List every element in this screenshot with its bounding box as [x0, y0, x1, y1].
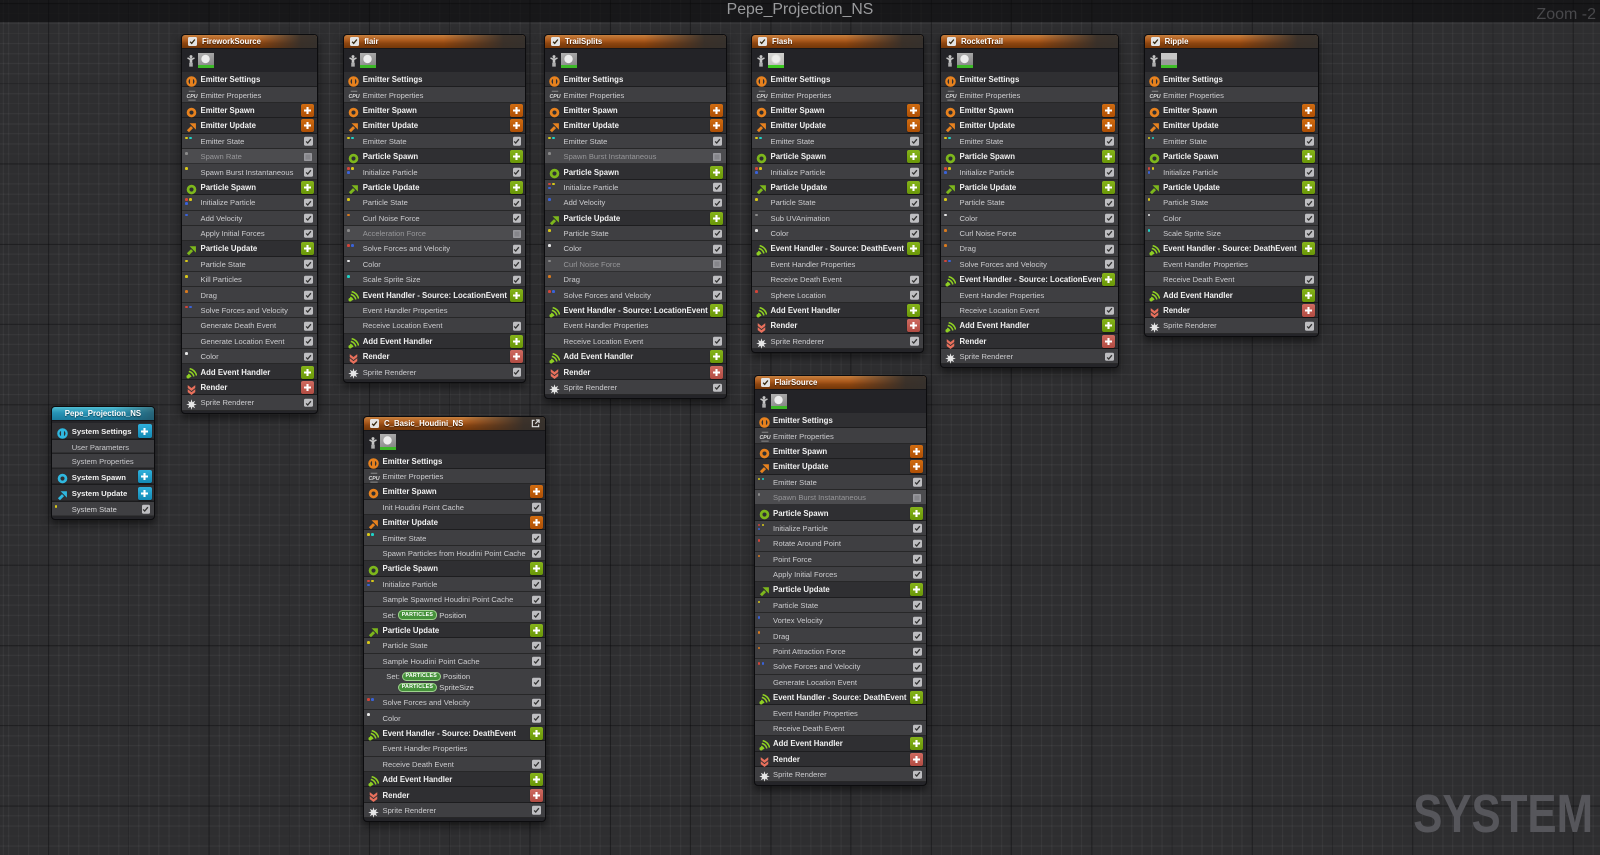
svg-text:CPU: CPU	[945, 94, 956, 100]
svg-text:CPU: CPU	[549, 94, 560, 100]
svg-text:CPU: CPU	[1149, 94, 1160, 100]
svg-text:CPU: CPU	[759, 435, 770, 441]
svg-text:CPU: CPU	[756, 94, 767, 100]
svg-text:CPU: CPU	[186, 94, 197, 100]
svg-text:CPU: CPU	[349, 94, 360, 100]
svg-text:CPU: CPU	[368, 476, 379, 482]
